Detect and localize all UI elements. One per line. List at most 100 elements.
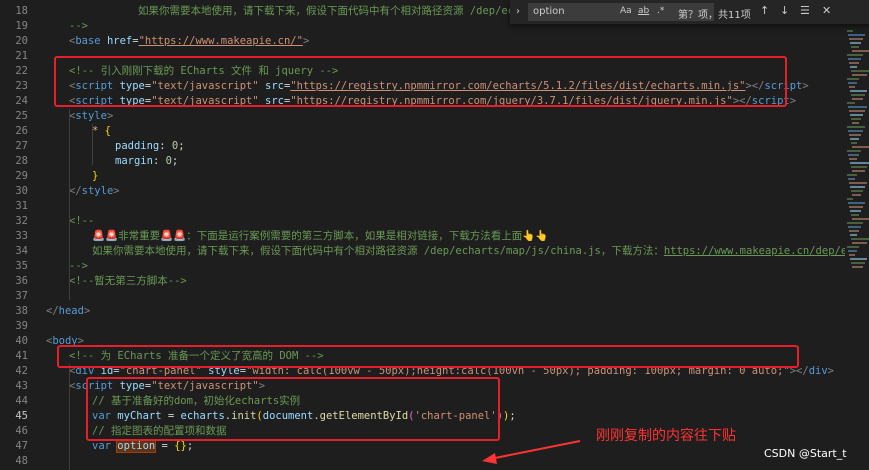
- minimap-line: [851, 118, 861, 120]
- code-line[interactable]: * {: [92, 124, 111, 139]
- regex-icon[interactable]: .*: [657, 6, 664, 16]
- code-line[interactable]: </style>: [69, 184, 120, 199]
- line-number: 20: [15, 35, 28, 47]
- line-number: 39: [15, 320, 28, 332]
- line-number: 37: [15, 290, 28, 302]
- minimap[interactable]: [845, 24, 869, 470]
- code-token: *: [92, 125, 105, 137]
- whole-word-icon[interactable]: ab: [638, 6, 649, 16]
- code-token: type: [119, 95, 145, 107]
- code-token: <!--暂无第三方脚本-->: [69, 275, 187, 287]
- code-line[interactable]: <!--暂无第三方脚本-->: [69, 274, 187, 289]
- code-token: var: [92, 440, 118, 452]
- line-number: 30: [15, 185, 28, 197]
- minimap-line: [849, 158, 857, 160]
- minimap-line: [851, 214, 859, 216]
- line-number: 45: [15, 410, 28, 422]
- annotation-text: 刚刚复制的内容往下贴: [596, 428, 736, 444]
- code-token: href: [106, 35, 133, 47]
- code-line[interactable]: <!-- 引入刚刚下载的 ECharts 文件 和 jquery -->: [69, 64, 338, 79]
- line-number: 18: [15, 5, 28, 17]
- minimap-line: [847, 222, 863, 224]
- line-number: 27: [15, 140, 28, 152]
- find-widget: › option Aa ab .* 第？项，共11项 ↑ ↓ ☰ ✕: [510, 0, 869, 24]
- code-token: script: [75, 380, 114, 392]
- code-token: div: [808, 365, 828, 377]
- previous-match-icon[interactable]: ↑: [760, 4, 769, 17]
- minimap-line: [847, 246, 859, 248]
- line-number: 48: [15, 455, 28, 467]
- minimap-line: [852, 74, 867, 76]
- minimap-line: [850, 114, 863, 116]
- code-token: {}: [174, 440, 187, 452]
- code-token: :: [159, 140, 172, 152]
- code-line[interactable]: <base href="https://www.makeapie.cn/">: [69, 34, 309, 49]
- next-match-icon[interactable]: ↓: [780, 4, 789, 17]
- minimap-line: [850, 186, 865, 188]
- code-area[interactable]: 如果你需要本地使用，请下载下来，假设下面代码中有个相对路径资源 /dep/ech…: [46, 0, 869, 470]
- code-line[interactable]: // 指定图表的配置项和数据: [92, 424, 226, 439]
- code-line[interactable]: <!--: [69, 214, 94, 229]
- code-token: 🚨🚨非常重要🚨🚨：下面是运行案例需要的第三方脚本，如果是相对链接，下载方法看上面…: [92, 230, 549, 242]
- code-token: <!-- 引入刚刚下载的 ECharts 文件 和 jquery -->: [69, 65, 339, 77]
- minimap-line: [848, 82, 857, 84]
- code-token: ></: [789, 365, 809, 377]
- code-token: type: [119, 80, 145, 92]
- code-token: ></: [745, 80, 765, 92]
- line-number: 33: [15, 230, 28, 242]
- code-line[interactable]: // 基于准备好的dom，初始化echarts实例: [92, 394, 300, 409]
- code-line[interactable]: 如果你需要本地使用，请下载下来，假设下面代码中有个相对路径资源 /dep/ech…: [92, 244, 860, 259]
- close-find-icon[interactable]: ✕: [822, 4, 831, 17]
- toggle-replace-icon[interactable]: ›: [516, 6, 520, 17]
- minimap-line: [851, 46, 859, 48]
- code-line[interactable]: 🚨🚨非常重要🚨🚨：下面是运行案例需要的第三方脚本，如果是相对链接，下载方法看上面…: [92, 229, 548, 244]
- code-token: div: [75, 365, 95, 377]
- code-line[interactable]: 如果你需要本地使用，请下载下来，假设下面代码中有个相对路径资源 /dep/ech…: [138, 4, 558, 19]
- code-editor[interactable]: 18 19 20 21 22 23 24 25 26 27 28 29 30 31 32 33 34 35 36 37…: [0, 0, 869, 470]
- line-number: 28: [15, 155, 28, 167]
- code-line[interactable]: <script type="text/javascript" src="http…: [69, 79, 809, 94]
- minimap-line: [852, 170, 865, 172]
- minimap-line: [848, 202, 865, 204]
- code-token: init: [231, 410, 257, 422]
- code-line[interactable]: padding: 0;: [115, 139, 185, 154]
- code-token: }: [92, 170, 99, 182]
- code-line[interactable]: -->: [69, 19, 88, 34]
- minimap-line: [848, 178, 855, 180]
- minimap-line: [851, 142, 857, 144]
- code-line[interactable]: <script type="text/javascript">: [69, 379, 265, 394]
- code-line[interactable]: <script type="text/javascript" src="http…: [69, 94, 796, 109]
- code-line[interactable]: -->: [69, 259, 88, 274]
- code-token: >: [83, 305, 91, 317]
- minimap-line: [850, 138, 859, 140]
- code-token: script: [751, 95, 790, 107]
- code-token: ;: [186, 440, 194, 452]
- code-line[interactable]: var option = {};: [92, 439, 193, 454]
- code-line[interactable]: <style>: [69, 109, 113, 124]
- find-in-selection-icon[interactable]: ☰: [800, 4, 810, 17]
- line-number: 19: [15, 20, 28, 32]
- code-token: ;: [178, 140, 185, 152]
- code-token: -->: [69, 20, 88, 32]
- code-token: =: [155, 440, 175, 452]
- code-token: myChart: [117, 410, 162, 422]
- code-token: document: [262, 410, 314, 422]
- code-line[interactable]: <body>: [46, 334, 84, 349]
- minimap-line: [850, 258, 867, 260]
- minimap-line: [851, 94, 865, 96]
- code-line[interactable]: }: [92, 169, 98, 184]
- minimap-line: [848, 34, 865, 36]
- minimap-line: [850, 66, 857, 68]
- code-token: <!-- 为 ECharts 准备一个定义了宽高的 DOM -->: [69, 350, 324, 362]
- code-token: 'chart-panel': [414, 410, 497, 422]
- code-token: base: [75, 35, 101, 47]
- code-line[interactable]: <div id="chart-panel" style="width: calc…: [69, 364, 834, 379]
- code-line[interactable]: <!-- 为 ECharts 准备一个定义了宽高的 DOM -->: [69, 349, 324, 364]
- code-token: ;: [509, 410, 516, 422]
- code-token: "width: calc(100vw - 50px);height:calc(1…: [246, 365, 790, 377]
- minimap-line: [847, 78, 859, 80]
- code-line[interactable]: </head>: [46, 304, 90, 319]
- code-line[interactable]: var myChart = echarts.init(document.getE…: [92, 409, 516, 424]
- match-case-icon[interactable]: Aa: [620, 6, 632, 16]
- code-line[interactable]: margin: 0;: [115, 154, 178, 169]
